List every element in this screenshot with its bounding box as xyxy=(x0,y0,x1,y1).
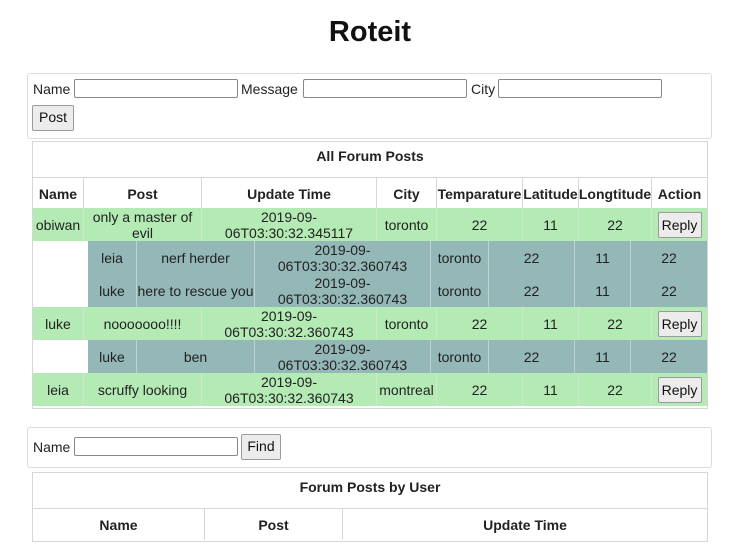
reply-city: toronto xyxy=(431,274,489,307)
reply-update-time: 2019-09-06T03:30:32.360743 xyxy=(255,241,431,274)
user-posts-title: Forum Posts by User xyxy=(299,479,441,495)
reply-longitude: 22 xyxy=(661,348,677,365)
name-label: Name xyxy=(33,81,71,97)
reply-city: toronto xyxy=(431,241,489,274)
post-form: Name Message City Post xyxy=(27,73,712,139)
all-posts-title: All Forum Posts xyxy=(316,148,424,164)
post-latitude: 11 xyxy=(523,373,579,406)
reply-temperature: 22 xyxy=(489,340,575,373)
message-input[interactable] xyxy=(303,79,467,98)
post-message: nooooooo!!!! xyxy=(84,307,202,340)
reply-row: leia nerf herder 2019-09-06T03:30:32.360… xyxy=(88,241,707,274)
post-action-cell: Reply xyxy=(652,307,707,340)
message-label: Message xyxy=(241,81,298,97)
all-posts-table: All Forum Posts Name Post Update Time Ci… xyxy=(32,141,708,409)
post-message: scruffy looking xyxy=(84,373,202,406)
reply-row: luke here to rescue you 2019-09-06T03:30… xyxy=(88,274,707,307)
post-latitude: 11 xyxy=(523,307,579,340)
col-header-action: Action xyxy=(657,185,702,202)
post-update-time: 2019-09-06T03:30:32.345117 xyxy=(202,208,377,241)
reply-message: here to rescue you xyxy=(137,274,255,307)
reply-button[interactable]: Reply xyxy=(657,211,702,238)
reply-latitude: 11 xyxy=(575,340,631,373)
reply-author: luke xyxy=(88,274,137,307)
reply-author: leia xyxy=(88,241,137,274)
post-city: toronto xyxy=(377,208,437,241)
reply-update-time: 2019-09-06T03:30:32.360743 xyxy=(255,274,431,307)
user-col-header-post: Post xyxy=(205,509,343,540)
reply-latitude: 11 xyxy=(575,274,631,307)
col-header-name: Name xyxy=(33,178,84,209)
reply-longitude: 22 xyxy=(661,249,677,266)
post-author: luke xyxy=(33,307,84,340)
post-author: obiwan xyxy=(33,208,84,241)
post-update-time: 2019-09-06T03:30:32.360743 xyxy=(202,373,377,406)
post-longitude: 22 xyxy=(579,208,652,241)
post-latitude: 11 xyxy=(523,208,579,241)
post-button[interactable]: Post xyxy=(32,105,74,131)
post-row: luke nooooooo!!!! 2019-09-06T03:30:32.36… xyxy=(33,307,707,340)
reply-update-time: 2019-09-06T03:30:32.360743 xyxy=(255,340,431,373)
post-action-cell: Reply xyxy=(652,373,707,406)
post-author: leia xyxy=(33,373,84,406)
col-header-latitude: Latitude xyxy=(523,178,579,209)
post-message: only a master of evil xyxy=(84,208,202,241)
city-input[interactable] xyxy=(498,79,662,98)
col-header-temperature: Temparature xyxy=(437,178,523,209)
post-update-time: 2019-09-06T03:30:32.360743 xyxy=(202,307,377,340)
page-title: Roteit xyxy=(328,16,412,48)
post-temperature: 22 xyxy=(437,307,523,340)
reply-temperature: 22 xyxy=(489,274,575,307)
user-posts-header-row: Name Post Update Time xyxy=(33,508,707,540)
reply-city: toronto xyxy=(431,340,489,373)
reply-latitude: 11 xyxy=(575,241,631,274)
col-header-longitude: Longtitude xyxy=(579,178,652,209)
name-input[interactable] xyxy=(74,79,238,98)
reply-temperature: 22 xyxy=(489,241,575,274)
post-row: obiwan only a master of evil 2019-09-06T… xyxy=(33,208,707,241)
post-temperature: 22 xyxy=(437,373,523,406)
post-longitude: 22 xyxy=(579,373,652,406)
post-temperature: 22 xyxy=(437,208,523,241)
find-button[interactable]: Find xyxy=(241,434,281,460)
find-name-label: Name xyxy=(33,439,71,455)
user-posts-table: Forum Posts by User Name Post Update Tim… xyxy=(32,472,708,542)
reply-longitude: 22 xyxy=(661,282,677,299)
all-posts-header-row: Name Post Update Time City Temparature L… xyxy=(33,177,707,210)
post-action-cell: Reply xyxy=(652,208,707,241)
reply-row: luke ben 2019-09-06T03:30:32.360743 toro… xyxy=(88,340,707,373)
post-city: montreal xyxy=(377,373,437,406)
post-longitude: 22 xyxy=(579,307,652,340)
post-row: leia scruffy looking 2019-09-06T03:30:32… xyxy=(33,373,707,406)
user-col-header-name: Name xyxy=(33,509,205,540)
reply-author: luke xyxy=(88,340,137,373)
user-col-header-update-time: Update Time xyxy=(483,516,567,533)
reply-button[interactable]: Reply xyxy=(657,376,702,403)
col-header-city: City xyxy=(377,178,437,209)
post-city: toronto xyxy=(377,307,437,340)
reply-message: ben xyxy=(137,340,255,373)
city-label: City xyxy=(471,81,496,97)
col-header-post: Post xyxy=(84,178,202,209)
reply-message: nerf herder xyxy=(137,241,255,274)
reply-button[interactable]: Reply xyxy=(657,310,702,337)
col-header-update-time: Update Time xyxy=(202,178,377,209)
find-name-input[interactable] xyxy=(74,437,238,456)
find-form: Name Find xyxy=(27,427,712,468)
